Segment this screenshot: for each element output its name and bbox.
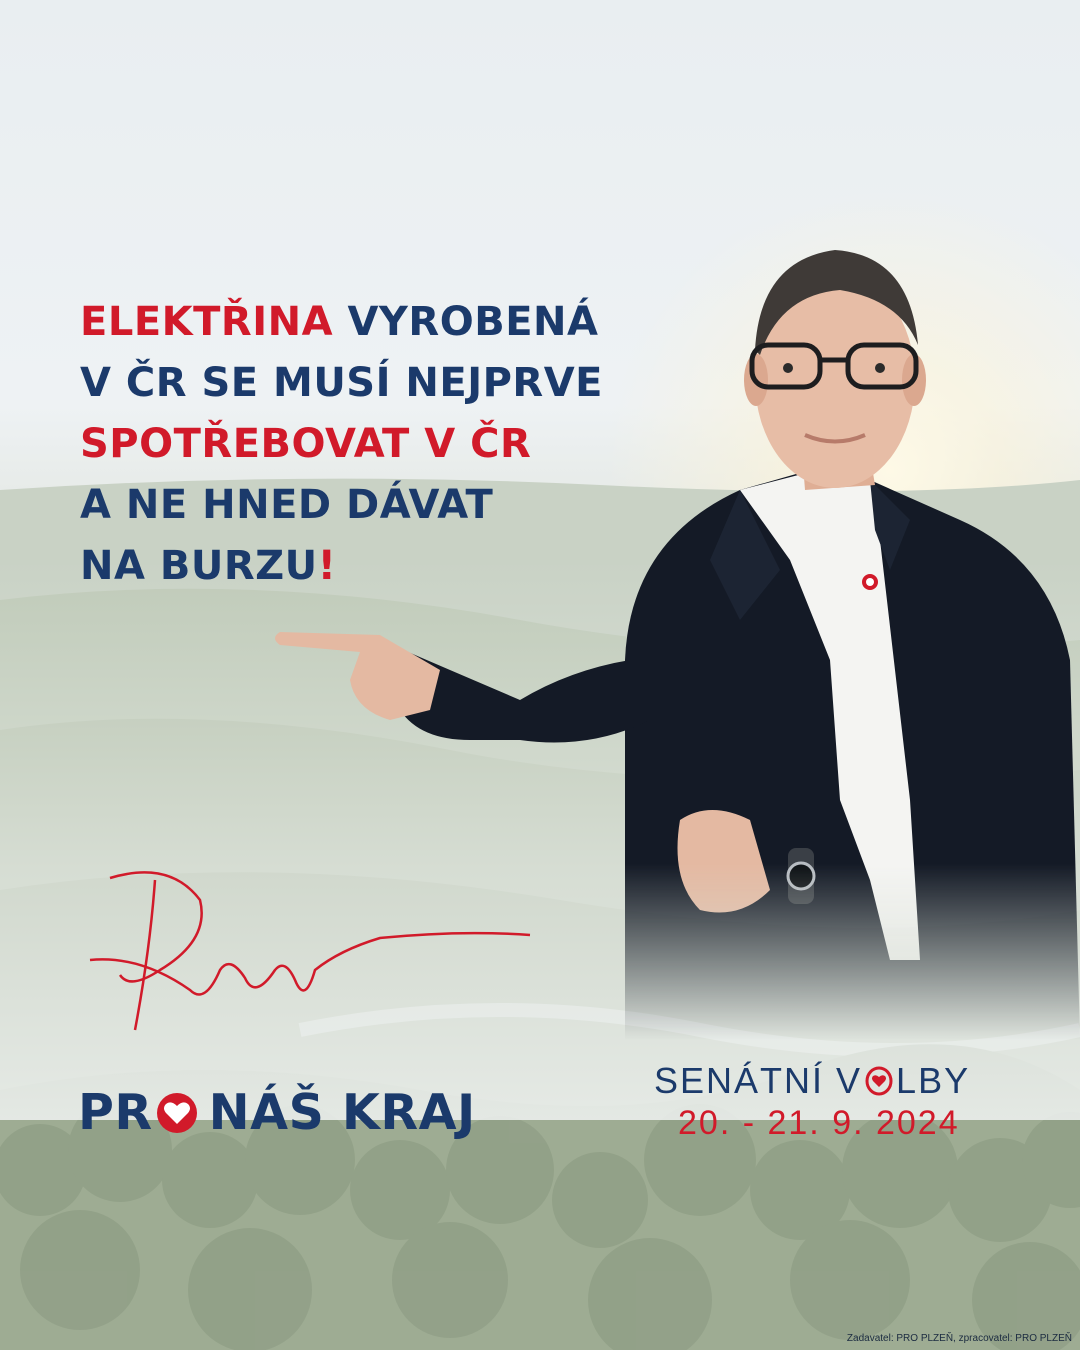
brand-text-part1: PR: [78, 1084, 153, 1141]
footer-credits: Zadavatel: PRO PLZEŇ, zpracovatel: PRO P…: [846, 1333, 1072, 1344]
headline-line-5: NA BURZU!: [80, 536, 603, 597]
exclamation-mark: !: [317, 543, 337, 589]
campaign-poster: ELEKTŘINA VYROBENÁ V ČR SE MUSÍ NEJPRVE …: [0, 0, 1080, 1350]
headline-line-1-rest: VYROBENÁ: [333, 299, 599, 345]
election-title-part1: SENÁTNÍ V: [654, 1060, 863, 1101]
headline: ELEKTŘINA VYROBENÁ V ČR SE MUSÍ NEJPRVE …: [80, 292, 603, 597]
heart-in-o-icon: [156, 1092, 197, 1133]
headline-highlight-1: ELEKTŘINA: [80, 299, 334, 345]
handwritten-signature: [89, 871, 531, 1031]
headline-line-4: A NE HNED DÁVAT: [80, 482, 494, 528]
headline-line-5-text: NA BURZU: [80, 543, 318, 589]
election-info: SENÁTNÍ V LBY 20. - 21. 9. 2024: [654, 1060, 970, 1143]
headline-line-2: V ČR SE MUSÍ NEJPRVE: [80, 360, 604, 406]
election-date: 20. - 21. 9. 2024: [678, 1104, 960, 1142]
election-title: SENÁTNÍ V LBY: [654, 1060, 970, 1102]
brand-text-part2: NÁŠ KRAJ: [208, 1084, 476, 1141]
headline-line-3: SPOTŘEBOVAT V ČR: [80, 421, 532, 467]
headline-line-1: ELEKTŘINA VYROBENÁ: [80, 292, 603, 353]
brand-logo: PR NÁŠ KRAJ: [78, 1084, 476, 1141]
election-title-part2: LBY: [896, 1060, 971, 1101]
heart-o-icon: [865, 1066, 893, 1096]
